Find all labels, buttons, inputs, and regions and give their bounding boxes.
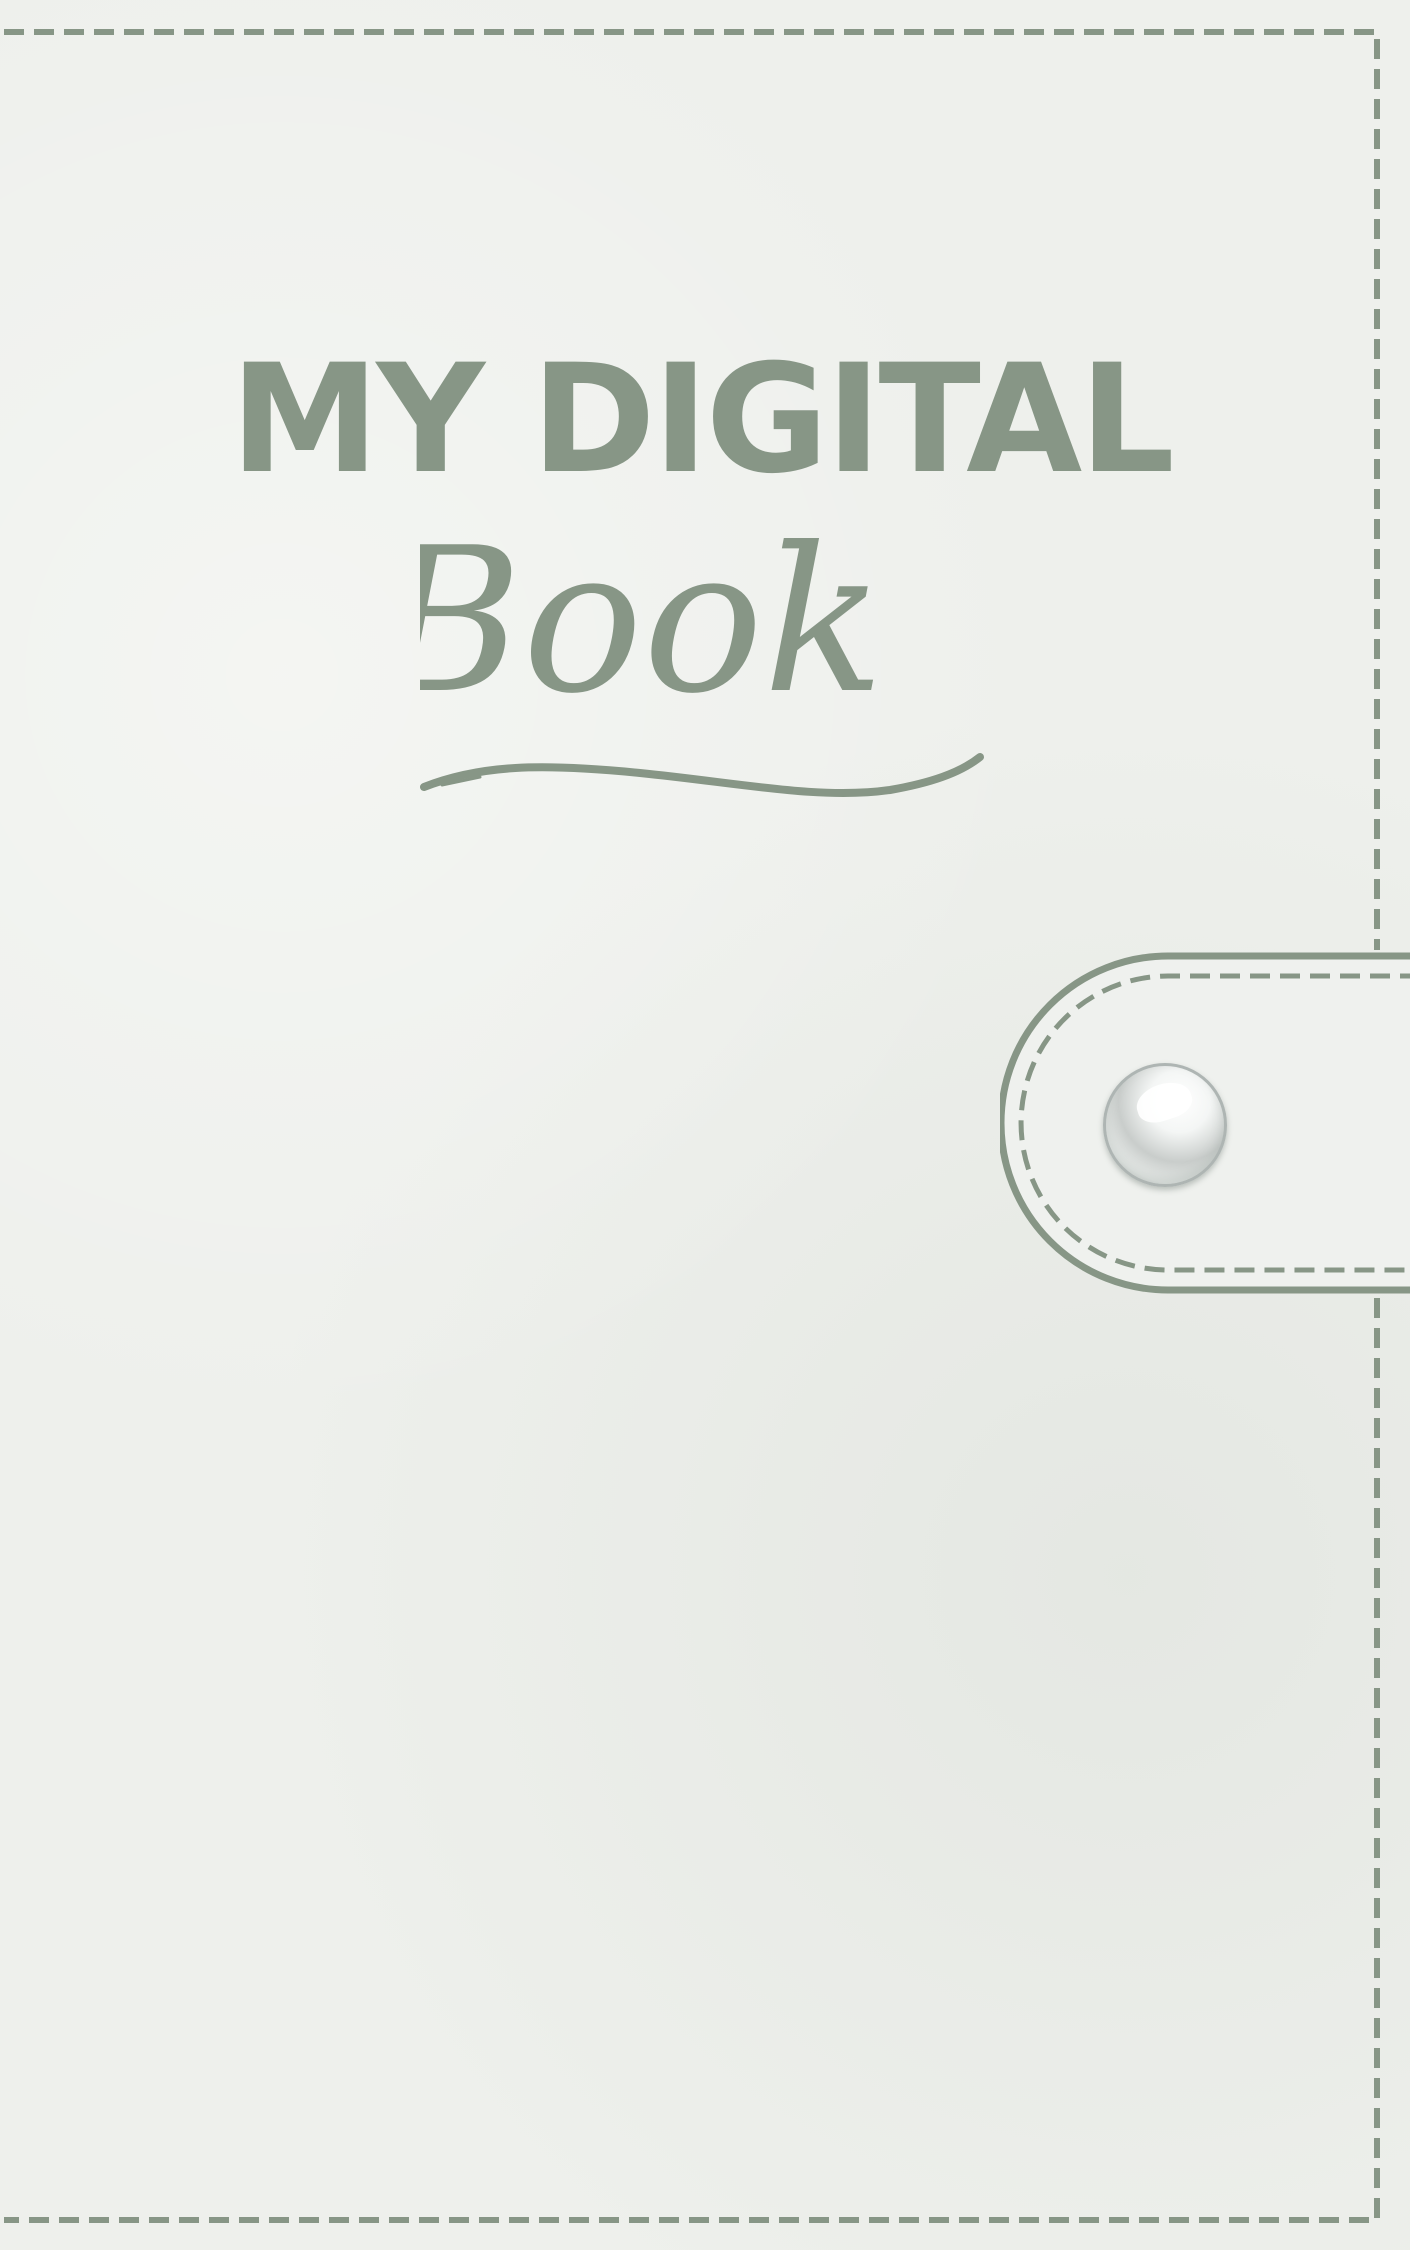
book-cover: MY DIGITAL Book (0, 0, 1410, 2250)
cover-subtitle-script: Book (372, 505, 1000, 805)
snap-button-icon[interactable] (1103, 1063, 1227, 1187)
cover-title: MY DIGITAL (230, 333, 1175, 507)
flourish-underline (420, 753, 984, 798)
cover-subtitle: Book (420, 515, 884, 738)
snap-highlight (1131, 1076, 1197, 1128)
